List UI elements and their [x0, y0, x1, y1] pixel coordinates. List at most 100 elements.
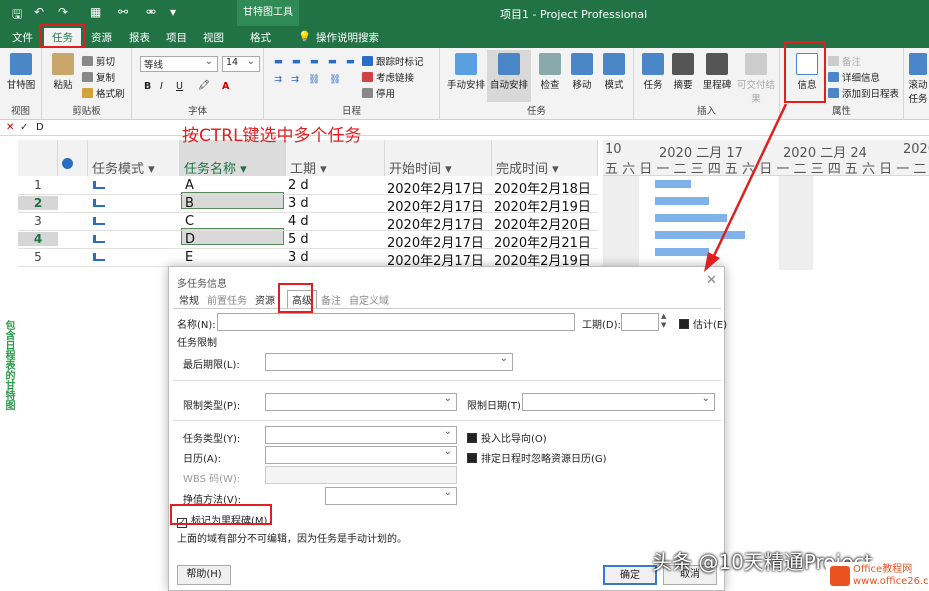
mark-on-track-icons[interactable]: ⇉ ⇉ ⛓ ⛓: [274, 74, 344, 85]
inspect-button[interactable]: 检查: [534, 53, 566, 91]
undo-icon[interactable]: ↶: [34, 5, 44, 19]
milestone-button[interactable]: 里程碑: [700, 53, 734, 91]
duration-spinner-icon[interactable]: ▲ ▼: [661, 312, 666, 330]
font-size-combo[interactable]: 14: [222, 56, 260, 72]
entry-input[interactable]: D: [36, 122, 44, 133]
start-cell[interactable]: 2020年2月17日: [387, 232, 484, 251]
tab-report[interactable]: 报表: [129, 30, 150, 45]
task-type-combo[interactable]: [265, 426, 457, 444]
dialog-tab-predecessors[interactable]: 前置任务: [207, 292, 247, 307]
task-name-cell[interactable]: D: [185, 232, 195, 247]
checkbox-icon: [467, 433, 477, 443]
ok-button[interactable]: 确定: [603, 565, 657, 585]
duration-cell[interactable]: 3 d: [288, 196, 309, 211]
constraint-type-label: 限制类型(P):: [183, 401, 241, 412]
manual-schedule-button[interactable]: 手动安排: [446, 53, 486, 91]
finish-cell[interactable]: 2020年2月20日: [494, 214, 591, 233]
duration-cell[interactable]: 4 d: [288, 214, 309, 229]
italic-button[interactable]: I: [160, 81, 163, 92]
notes-button[interactable]: 备注: [828, 54, 861, 68]
bold-button[interactable]: B: [144, 81, 151, 92]
tab-file[interactable]: 文件: [12, 30, 33, 45]
deadline-combo[interactable]: [265, 353, 513, 371]
confirm-entry-icon[interactable]: ✓: [20, 122, 28, 133]
row-number[interactable]: 4: [18, 232, 58, 246]
tab-view[interactable]: 视图: [203, 30, 224, 45]
wbs-input[interactable]: [265, 466, 457, 484]
header-start[interactable]: 开始时间 ▾: [385, 140, 492, 177]
move-button[interactable]: 移动: [566, 53, 598, 91]
finish-cell[interactable]: 2020年2月19日: [494, 196, 591, 215]
tab-format[interactable]: 格式: [250, 30, 271, 45]
effort-driven-checkbox[interactable]: 投入比导向(O): [467, 430, 547, 445]
redo-icon[interactable]: ↷: [58, 5, 68, 19]
header-task-mode[interactable]: 任务模式 ▾: [88, 140, 180, 177]
earned-value-combo[interactable]: [325, 487, 457, 505]
ignore-calendar-checkbox[interactable]: 排定日程时忽略资源日历(G): [467, 450, 607, 465]
name-label: 名称(N):: [177, 320, 216, 331]
highlight-color-icon[interactable]: 🖍: [198, 80, 210, 91]
task-name-cell[interactable]: B: [185, 196, 194, 211]
logo-text: Office教程网 www.office26.com: [853, 564, 929, 587]
estimated-checkbox[interactable]: 估计(E): [679, 316, 727, 331]
duration-cell[interactable]: 5 d: [288, 232, 309, 247]
help-button[interactable]: 帮助(H): [177, 565, 231, 585]
percent-complete-icons[interactable]: ▬ ▬ ▬ ▬ ▬: [274, 56, 358, 67]
start-cell[interactable]: 2020年2月17日: [387, 214, 484, 233]
gantt-chart-button[interactable]: 甘特图: [4, 53, 38, 91]
start-cell[interactable]: 2020年2月17日: [387, 196, 484, 215]
link-icon[interactable]: ⚯: [118, 5, 128, 19]
save-icon[interactable]: 🖫: [12, 5, 22, 26]
format-painter-button[interactable]: 格式刷: [82, 86, 125, 100]
row-number[interactable]: 5: [18, 250, 58, 264]
dialog-tab-custom-fields[interactable]: 自定义域: [349, 292, 389, 307]
copy-button[interactable]: 复制: [82, 70, 115, 84]
header-indicators[interactable]: [58, 140, 88, 176]
row-number[interactable]: 2: [18, 196, 58, 210]
deactivate-button[interactable]: 停用: [362, 86, 395, 100]
details-button[interactable]: 详细信息: [828, 70, 880, 84]
track-button[interactable]: 跟踪时标记: [362, 54, 424, 68]
finish-cell[interactable]: 2020年2月18日: [494, 178, 591, 197]
tab-project[interactable]: 项目: [166, 30, 187, 45]
auto-schedule-button[interactable]: 自动安排: [487, 50, 531, 102]
respect-links-button[interactable]: 考虑链接: [362, 70, 414, 84]
task-name-cell[interactable]: A: [185, 178, 194, 193]
unlink-icon[interactable]: ⚮: [146, 5, 156, 19]
duration-input[interactable]: [621, 313, 659, 331]
dialog-tab-resources[interactable]: 资源: [255, 292, 275, 307]
customize-icon[interactable]: ▾: [170, 5, 176, 19]
font-color-button[interactable]: A: [222, 81, 229, 92]
tab-resource[interactable]: 资源: [91, 30, 112, 45]
task-name-cell[interactable]: E: [185, 250, 193, 265]
header-finish[interactable]: 完成时间 ▾: [492, 140, 598, 177]
task-name-cell[interactable]: C: [185, 214, 194, 229]
dialog-tab-general[interactable]: 常规: [179, 292, 199, 307]
quick-access-icon[interactable]: ▦: [90, 5, 101, 19]
dialog-tab-notes[interactable]: 备注: [321, 292, 341, 307]
section-divider-2: [173, 420, 721, 421]
insert-task-button[interactable]: 任务: [638, 53, 668, 91]
cut-button[interactable]: 剪切: [82, 54, 115, 68]
constraint-date-combo[interactable]: [522, 393, 715, 411]
deliverable-button[interactable]: 可交付结果: [734, 53, 778, 105]
duration-cell[interactable]: 2 d: [288, 178, 309, 193]
constraint-type-combo[interactable]: [265, 393, 457, 411]
gantt-bar-a[interactable]: [655, 180, 691, 188]
calendar-combo[interactable]: [265, 446, 457, 464]
mode-button[interactable]: 模式: [598, 53, 630, 91]
row-number[interactable]: 3: [18, 214, 58, 228]
row-number[interactable]: 1: [18, 178, 58, 192]
summary-button[interactable]: 摘要: [668, 53, 698, 91]
start-cell[interactable]: 2020年2月17日: [387, 178, 484, 197]
paste-button[interactable]: 粘贴: [48, 53, 78, 91]
cancel-entry-icon[interactable]: ✕: [6, 122, 14, 133]
name-input[interactable]: [217, 313, 575, 331]
underline-button[interactable]: U: [176, 81, 183, 92]
duration-cell[interactable]: 3 d: [288, 250, 309, 265]
scroll-to-task-button[interactable]: 滚动 任务: [906, 53, 929, 105]
tell-me-search[interactable]: 操作说明搜索: [316, 30, 379, 45]
font-name-combo[interactable]: 等线: [140, 56, 218, 72]
finish-cell[interactable]: 2020年2月21日: [494, 232, 591, 251]
add-to-timeline-button[interactable]: 添加到日程表: [828, 86, 899, 100]
